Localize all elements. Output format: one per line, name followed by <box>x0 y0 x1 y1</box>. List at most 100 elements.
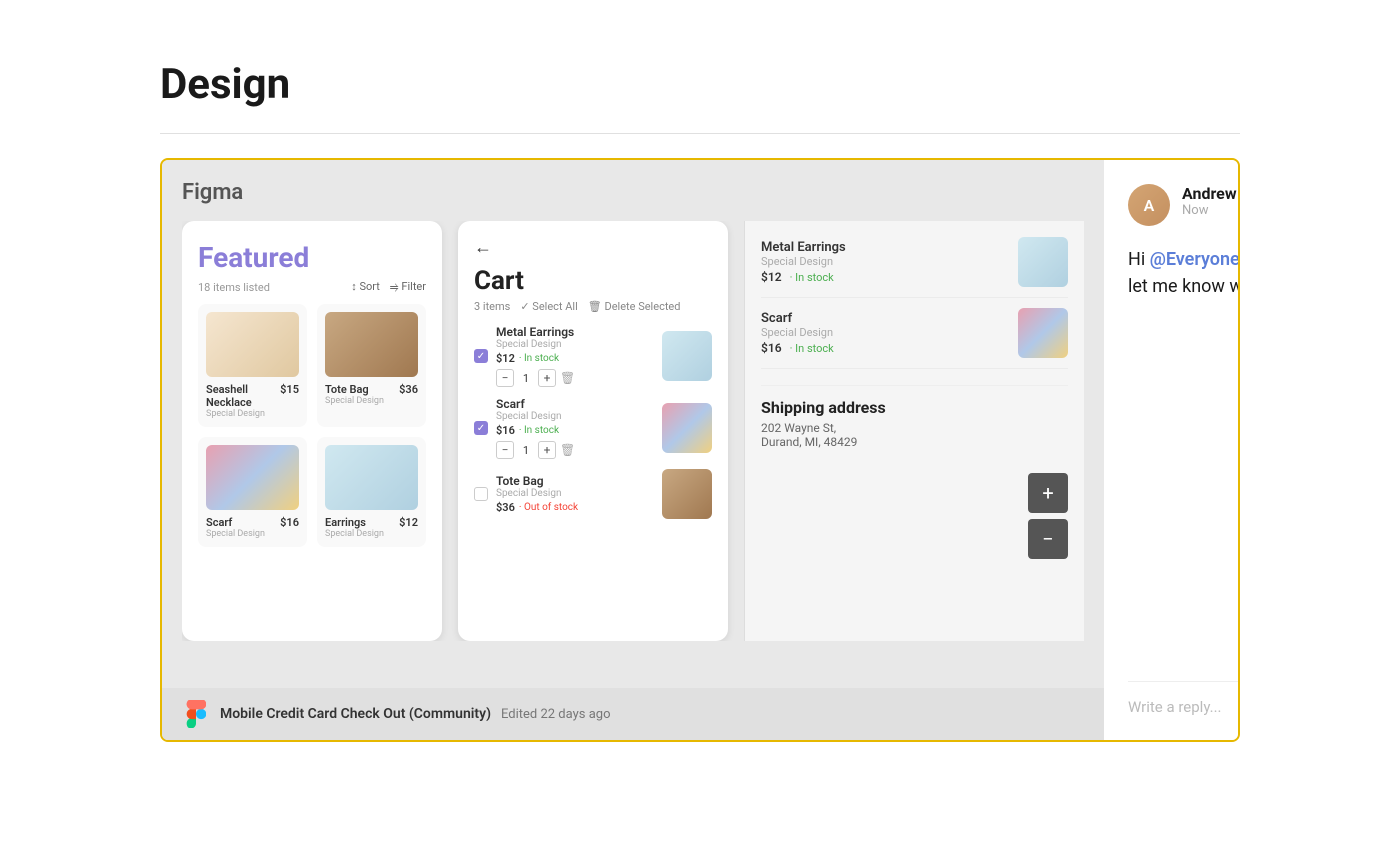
items-listed-row: 18 items listed ↕ Sort ⥤ Filter <box>198 280 426 294</box>
qty-control: − 1 + 🗑 <box>496 441 654 459</box>
cart-item-price-row: $36 · Out of stock <box>496 501 654 514</box>
product-price: $15 <box>280 383 299 396</box>
cart-checkbox-empty[interactable] <box>474 487 488 501</box>
product-grid: Seashell Necklace Special Design $15 <box>198 304 426 547</box>
in-stock-badge: · In stock <box>519 425 559 436</box>
list-item[interactable]: Scarf Special Design $16 <box>198 437 307 547</box>
tote-image <box>325 312 418 377</box>
qty-control: − 1 + 🗑 <box>496 369 654 387</box>
necklace-image <box>206 312 299 377</box>
cart-items-count: 3 items <box>474 300 510 313</box>
check-mark-icon: ✓ <box>477 351 485 362</box>
product-name: Tote Bag <box>325 383 384 396</box>
list-item[interactable]: Tote Bag Special Design $36 <box>317 304 426 427</box>
product-row: Tote Bag Special Design $36 <box>325 383 418 406</box>
detail-item-name: Metal Earrings <box>761 240 846 255</box>
cart-screen: ← Cart 3 items ✓ Select All 🗑 Delete Sel… <box>458 221 728 641</box>
product-info: Scarf Special Design <box>206 516 265 539</box>
cart-item-info: Scarf Special Design $16 · In stock − 1 … <box>496 397 654 459</box>
product-sub: Special Design <box>206 409 280 419</box>
cart-title: Cart <box>474 266 712 296</box>
shipping-address-line1: 202 Wayne St, <box>761 421 1068 435</box>
product-price: $12 <box>399 516 418 529</box>
qty-increase-btn[interactable]: + <box>538 441 556 459</box>
cart-meta: 3 items ✓ Select All 🗑 Delete Selected <box>474 300 712 313</box>
detail-row: Metal Earrings Special Design $12 · In s… <box>761 237 1068 298</box>
comment-mention[interactable]: @Everyone <box>1150 249 1240 270</box>
product-name: Earrings <box>325 516 384 529</box>
product-price: $16 <box>280 516 299 529</box>
comment-body: Hi @Everyone! Here's the prototype, let … <box>1128 246 1240 657</box>
shipping-address-line2: Durand, MI, 48429 <box>761 435 1068 449</box>
figma-area: Figma Featured 18 items listed ↕ Sort ⥤ … <box>162 160 1104 740</box>
delete-icon[interactable]: 🗑 <box>560 443 575 457</box>
avatar: A <box>1128 184 1170 226</box>
shipping-title: Shipping address <box>761 398 1068 417</box>
earring-image <box>325 445 418 510</box>
qty-increase-btn[interactable]: + <box>538 369 556 387</box>
back-icon[interactable]: ← <box>474 237 712 258</box>
figma-edited-time: Edited 22 days ago <box>501 707 610 722</box>
delete-selected-btn[interactable]: 🗑 Delete Selected <box>588 300 681 313</box>
product-sub: Special Design <box>325 396 384 406</box>
detail-item-info: Scarf Special Design $16 · In stock <box>761 311 834 355</box>
zoom-controls: + − <box>761 473 1068 559</box>
figma-mockup: Featured 18 items listed ↕ Sort ⥤ Filter <box>182 221 1084 641</box>
zoom-out-button[interactable]: − <box>1028 519 1068 559</box>
detail-panel: Metal Earrings Special Design $12 · In s… <box>744 221 1084 641</box>
main-card: Figma Featured 18 items listed ↕ Sort ⥤ … <box>160 158 1240 742</box>
detail-in-stock: · In stock <box>790 342 834 355</box>
delete-icon[interactable]: 🗑 <box>560 371 575 385</box>
shipping-section: Shipping address 202 Wayne St, Durand, M… <box>761 385 1068 449</box>
items-listed-text: 18 items listed <box>198 281 270 294</box>
filter-sort: ↕ Sort ⥤ Filter <box>351 280 426 294</box>
cart-checkbox-checked[interactable]: ✓ <box>474 421 488 435</box>
detail-row: Scarf Special Design $16 · In stock <box>761 308 1068 369</box>
qty-value: 1 <box>518 372 534 385</box>
cart-item-info: Metal Earrings Special Design $12 · In s… <box>496 325 654 387</box>
comment-pre-text: Hi <box>1128 249 1150 270</box>
commenter-time: Now <box>1182 203 1237 218</box>
select-all-btn[interactable]: ✓ Select All <box>520 300 577 313</box>
featured-screen: Featured 18 items listed ↕ Sort ⥤ Filter <box>182 221 442 641</box>
cart-item-price-row: $16 · In stock <box>496 424 654 437</box>
comment-header: A Andrew Now RESOLVE ⋮ <box>1128 184 1240 226</box>
product-info: Earrings Special Design <box>325 516 384 539</box>
figma-file-name: Mobile Credit Card Check Out (Community) <box>220 706 491 722</box>
product-row: Earrings Special Design $12 <box>325 516 418 539</box>
cart-checkbox-checked[interactable]: ✓ <box>474 349 488 363</box>
list-item[interactable]: Earrings Special Design $12 <box>317 437 426 547</box>
reply-input[interactable]: Write a reply... <box>1128 698 1240 716</box>
cart-item-name: Metal Earrings <box>496 325 654 339</box>
comment-panel: A Andrew Now RESOLVE ⋮ Hi @Everyone! Her… <box>1104 160 1240 740</box>
cart-item: ✓ Metal Earrings Special Design $12 · In… <box>474 325 712 387</box>
detail-item-name: Scarf <box>761 311 834 326</box>
featured-title: Featured <box>198 241 426 274</box>
page-container: Design Figma Featured 18 items listed ↕ … <box>0 0 1400 802</box>
qty-decrease-btn[interactable]: − <box>496 441 514 459</box>
in-stock-badge: · In stock <box>519 353 559 364</box>
cart-item-price-row: $12 · In stock <box>496 352 654 365</box>
detail-earring-thumb <box>1018 237 1068 287</box>
filter-label[interactable]: ⥤ Filter <box>390 280 426 294</box>
commenter-name: Andrew <box>1182 184 1237 203</box>
detail-scarf-thumb <box>1018 308 1068 358</box>
list-item[interactable]: Seashell Necklace Special Design $15 <box>198 304 307 427</box>
figma-label: Figma <box>182 180 1084 205</box>
product-name: Seashell Necklace <box>206 383 280 409</box>
qty-decrease-btn[interactable]: − <box>496 369 514 387</box>
cart-item-sub: Special Design <box>496 488 654 499</box>
product-row: Seashell Necklace Special Design $15 <box>206 383 299 419</box>
figma-footer: Mobile Credit Card Check Out (Community)… <box>162 688 1104 740</box>
cart-item-sub: Special Design <box>496 339 654 350</box>
zoom-in-button[interactable]: + <box>1028 473 1068 513</box>
out-of-stock-badge: · Out of stock <box>519 502 578 513</box>
figma-logo-icon <box>182 700 210 728</box>
detail-price: $16 <box>761 341 782 355</box>
cart-item-price: $36 <box>496 501 515 514</box>
cart-item: ✓ Scarf Special Design $16 · In stock − <box>474 397 712 459</box>
detail-item-info: Metal Earrings Special Design $12 · In s… <box>761 240 846 284</box>
sort-label[interactable]: ↕ Sort <box>351 280 380 294</box>
product-row: Scarf Special Design $16 <box>206 516 299 539</box>
detail-price-row: $12 · In stock <box>761 270 846 284</box>
